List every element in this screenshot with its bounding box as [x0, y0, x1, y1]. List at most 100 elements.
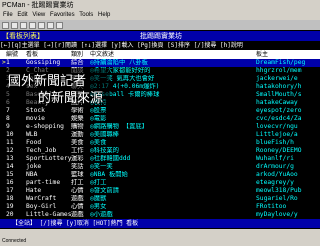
col-class: 類別 [71, 51, 84, 58]
board-mods: hatakeCaway [256, 99, 298, 106]
board-mods: cvc/esdc4/Za [256, 115, 302, 122]
board-class: 學術 [71, 107, 84, 114]
board-row[interactable]: 8 movie 娛樂 ◎電影 cvc/esdc4/Za [0, 115, 320, 123]
board-num: 9 [6, 123, 10, 130]
board-name: SportLottery [26, 155, 72, 162]
board-row[interactable]: 9 e-shopping 購物 ◎網路購物 【置底】 lovecvr/ngu [0, 123, 320, 131]
connect-icon[interactable] [2, 21, 9, 29]
board-name: WarCraft [26, 195, 57, 202]
board-mods: eteagrey/y [256, 179, 294, 186]
col-desc: 中文敘述 [90, 51, 115, 58]
col-board: 看板 [26, 51, 39, 58]
board-row[interactable]: 10 WLB 運動 ◎美國職棒 Littlejoe/a [0, 131, 320, 139]
col-mods: 板主 [256, 51, 269, 58]
board-desc: ◎打工 [90, 179, 107, 186]
board-row[interactable]: 14 joke 笑話 ◎笑一笑 drArmour/g [0, 163, 320, 171]
caption-line-2: 的新聞來源 [38, 91, 104, 106]
board-class: 笑話 [71, 163, 84, 170]
toolbar [0, 20, 320, 30]
board-desc: ◎持續淪陷中 八卦板 [90, 59, 148, 66]
board-row[interactable]: 11 Food 美食 ◎美食 blueFish/h [0, 139, 320, 147]
window-title: PCMan - 批踢踢實業坊 [0, 0, 320, 11]
disconnect-icon[interactable] [11, 21, 18, 29]
board-desc: ◎科技業的 [90, 147, 119, 154]
board-name: joke [26, 163, 42, 170]
font-icon[interactable] [47, 21, 54, 29]
menu-help[interactable]: Help [98, 12, 110, 18]
board-mods: hhgrzrol/mem [256, 67, 302, 74]
board-desc: ◎男女 [90, 203, 107, 210]
board-name: Food [26, 139, 42, 146]
board-mods: arkod/YuAoo [256, 171, 298, 178]
board-num: 7 [6, 107, 10, 114]
board-name: Stock [26, 107, 45, 114]
board-row[interactable]: 20 Little-Games 遊戲 ◎小遊戲 myDaylove/y [0, 211, 320, 219]
board-row[interactable]: 16 part-time 打工 ◎打工 eteagrey/y [0, 179, 320, 187]
board-name: Hate [26, 187, 42, 194]
paste-icon[interactable] [38, 21, 45, 29]
board-mods: Rooney/DEEMO [256, 147, 302, 154]
board-desc: ◎電影 [90, 115, 107, 122]
board-desc: ◎NBA 板開始 [90, 171, 128, 178]
settings-icon[interactable] [56, 21, 63, 29]
board-name: NBA [26, 171, 38, 178]
board-num: 1 [6, 59, 10, 66]
board-desc: ◎表特 [90, 99, 235, 107]
reconnect-icon[interactable] [20, 21, 27, 29]
board-num: 10 [6, 131, 14, 138]
board-list-title: 【看板列表】 [2, 32, 44, 40]
board-desc: ◎股票 [90, 107, 107, 114]
board-row[interactable]: 18 WarCraft 遊戲 ◎魔獸 Sugariel/Ro [0, 195, 320, 203]
board-name: Tech_Job [26, 147, 57, 154]
board-mods: myDaylove/y [256, 211, 298, 218]
board-num: 8 [6, 115, 10, 122]
menubar: File Edit View Favorites Tools Help [0, 11, 320, 20]
status-bar: Connected [0, 229, 320, 246]
menu-favorites[interactable]: Favorites [50, 12, 75, 18]
board-class: 打工 [71, 179, 84, 186]
board-class: 工作 [71, 147, 84, 154]
board-row[interactable]: 19 Boy-Girl 心情 ◎男女 FRotitoo [0, 203, 320, 211]
board-row[interactable]: 7 Stock 學術 ◎股票 eyespot/zero [0, 107, 320, 115]
board-class: 運彩 [71, 155, 84, 162]
board-num: 16 [6, 179, 14, 186]
board-row[interactable]: 15 NBA 籃球 ◎NBA 板開始 arkod/YuAoo [0, 171, 320, 179]
board-class: 遊戲 [71, 211, 84, 218]
board-row[interactable]: 12 Tech_Job 工作 ◎科技業的 Rooney/DEEMO [0, 147, 320, 155]
board-desc: ◎社群韓國ddd [90, 155, 131, 162]
menu-file[interactable]: File [3, 12, 13, 18]
terminal-window: PCMan - 批踢踢實業坊 File Edit View Favorites … [0, 0, 320, 246]
board-mods: jackerwei/e [256, 75, 298, 82]
status-text: Connected [2, 238, 27, 244]
board-row[interactable]: 17 Hate 心情 ◎發文前請 meowl318/Pub [0, 187, 320, 195]
board-class: 綜合 [71, 59, 84, 66]
board-list-header: 【看板列表】 批踢踢實業坊 [0, 31, 320, 41]
board-mods: hatakohory/h [256, 83, 302, 90]
board-class: 心情 [71, 203, 84, 210]
footer-bar: 【全站】 [/]搜尋 [y]取消 [HOT]熱門 看板 [0, 219, 320, 228]
board-desc: ◎發文前請 [90, 187, 119, 194]
board-mods: Wuhanlf/ri [256, 155, 294, 162]
board-class: 遊戲 [71, 195, 84, 202]
menu-tools[interactable]: Tools [79, 12, 93, 18]
board-class: 運動 [71, 131, 84, 138]
board-mods: drArmour/g [256, 163, 294, 170]
board-class: 心情 [71, 187, 84, 194]
board-class: 購物 [71, 123, 84, 130]
board-class: 娛樂 [71, 115, 84, 122]
board-desc: ◎2:17 4(+0.06m爆炸) [90, 83, 160, 90]
board-mods: DreamFish/peg [256, 59, 306, 66]
board-row[interactable]: 13 SportLottery 運彩 ◎社群韓國ddd Wuhanlf/ri [0, 155, 320, 163]
site-name: 批踢踢實業坊 [140, 32, 182, 40]
board-mods: eyespot/zero [256, 107, 302, 114]
board-name: e-shopping [26, 123, 64, 130]
board-row[interactable]: >1 Gossiping 綜合 ◎持續淪陷中 八卦板 DreamFish/peg [0, 59, 320, 67]
board-mods: Sugariel/Ro [256, 195, 298, 202]
column-header: 編號 看板 類別 中文敘述 板主 [0, 50, 320, 59]
board-class: 美食 [71, 139, 84, 146]
menu-view[interactable]: View [32, 12, 45, 18]
copy-icon[interactable] [29, 21, 36, 29]
menu-edit[interactable]: Edit [17, 12, 27, 18]
board-desc: ◎美食 [90, 139, 107, 146]
board-name: movie [26, 115, 45, 122]
